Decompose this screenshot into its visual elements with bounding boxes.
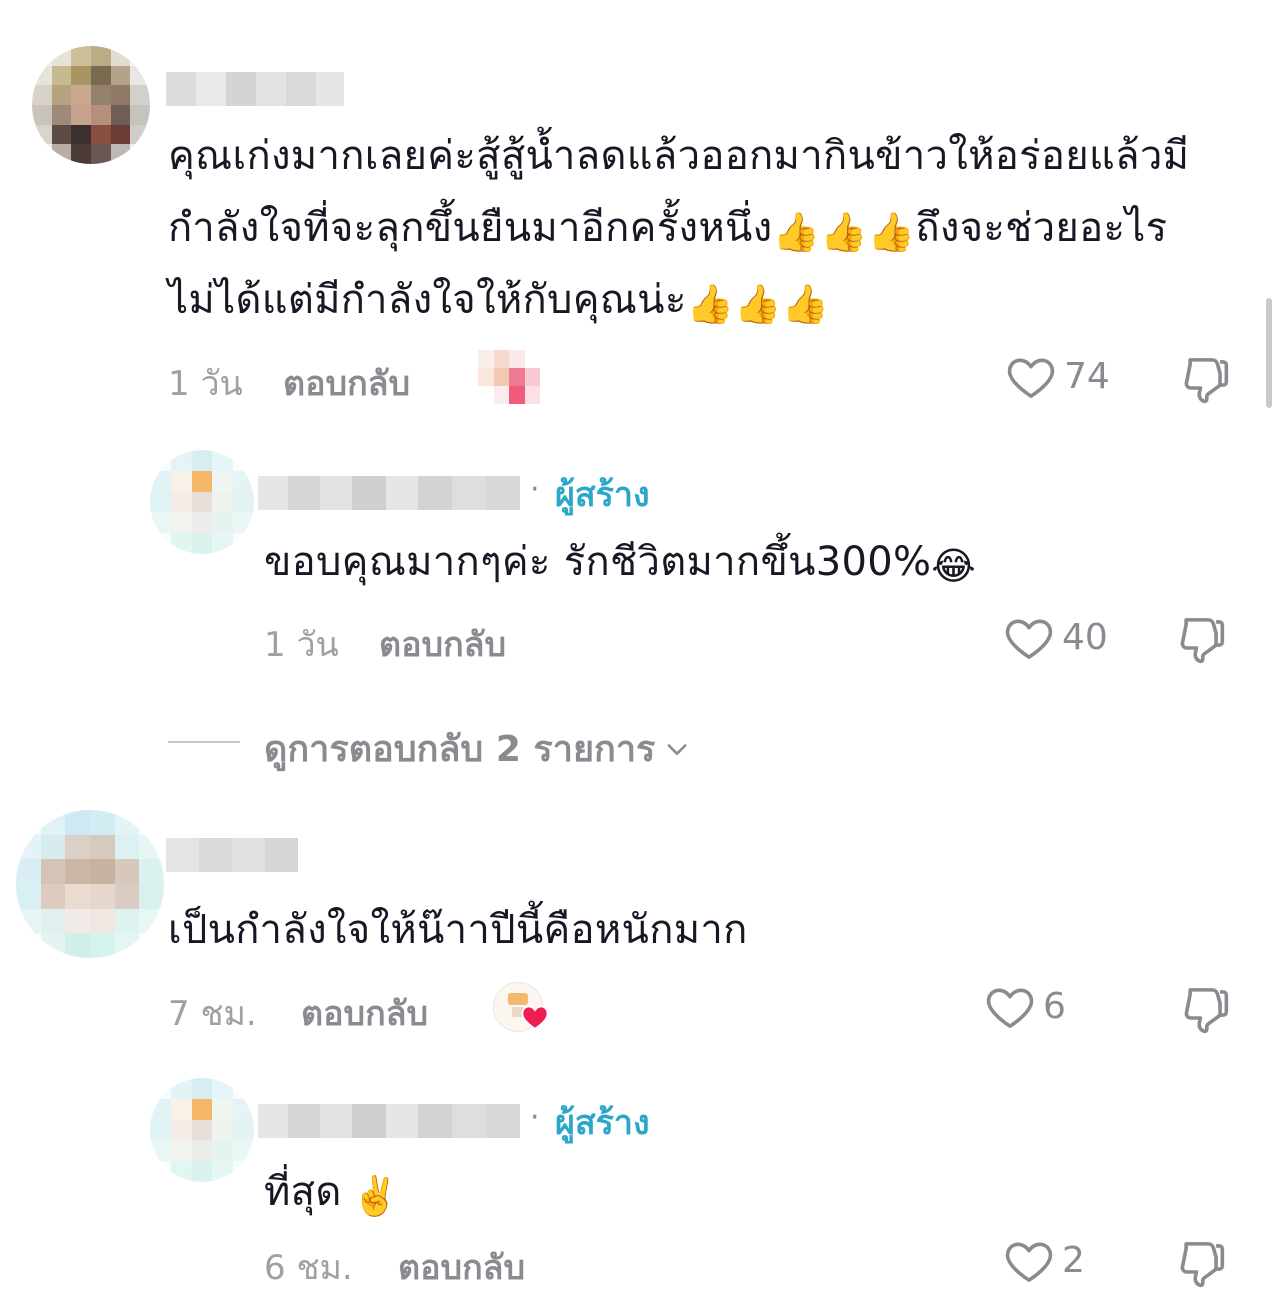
reply-button[interactable]: ตอบกลับ — [283, 356, 410, 410]
comment-timestamp: 7 ชม. — [168, 994, 257, 1034]
scrollbar[interactable] — [1266, 298, 1272, 408]
avatar[interactable] — [32, 46, 150, 164]
comment-timestamp: 1 วัน — [168, 364, 243, 404]
heart-outline-icon[interactable] — [1004, 350, 1058, 404]
victory-hand-emoji: ✌️ — [351, 1174, 400, 1218]
view-replies-divider — [168, 741, 240, 743]
heart-outline-icon[interactable] — [1002, 1234, 1056, 1288]
thumbs-down-outline-icon[interactable] — [1176, 1236, 1230, 1290]
reply-text: ขอบคุณมากๆค่ะ รักชีวิตมากขึ้น300%😂 — [264, 526, 976, 598]
reply-timestamp: 6 ชม. — [264, 1248, 353, 1288]
reply-timestamp: 1 วัน — [264, 625, 339, 665]
reply-button[interactable]: ตอบกลับ — [398, 1240, 525, 1294]
separator-dot: · — [530, 472, 540, 507]
like-count: 6 — [1043, 986, 1066, 1027]
comment-line: คุณเก่งมากเลยค่ะสู้สู้น้ำลดแล้วออกมากินข… — [168, 133, 1190, 179]
creator-liked-avatar — [493, 982, 551, 1034]
comment-line-text: กำลังใจที่จะลุกขึ้นยืนมาอีกครั้งหนึ่ง — [168, 205, 773, 251]
like-count: 74 — [1064, 356, 1110, 397]
creator-avatar[interactable] — [150, 450, 254, 554]
reply-text-body: ที่สุด — [264, 1169, 342, 1215]
thumbs-down-outline-icon[interactable] — [1176, 612, 1230, 666]
creator-username-blurred[interactable] — [258, 476, 520, 510]
comment-line-text: ถึงจะช่วยอะไร — [915, 205, 1168, 251]
chevron-down-icon — [663, 735, 691, 763]
view-replies-label: ดูการตอบกลับ 2 รายการ — [264, 729, 656, 770]
thumbs-down-outline-icon[interactable] — [1180, 352, 1234, 406]
like-count: 40 — [1062, 617, 1108, 658]
reply-button[interactable]: ตอบกลับ — [301, 986, 428, 1040]
red-heart-icon — [521, 1004, 549, 1030]
creator-username-blurred[interactable] — [258, 1104, 520, 1138]
comment-line-text: ไม่ได้แต่มีกำลังใจให้กับคุณน่ะ — [168, 277, 687, 323]
username-blurred[interactable] — [166, 72, 344, 106]
reply-text: ที่สุด ✌️ — [264, 1156, 399, 1228]
creator-badge: ผู้สร้าง — [555, 1103, 650, 1143]
separator-dot: · — [530, 1100, 540, 1135]
reply-text-body: ขอบคุณมากๆค่ะ รักชีวิตมากขึ้น300% — [264, 539, 932, 585]
heart-outline-icon[interactable] — [983, 980, 1037, 1034]
laughing-crying-emoji: 😂 — [931, 544, 976, 588]
comment-text: เป็นกำลังใจให้น๊าาปีนี้คือหนักมาก — [168, 907, 748, 953]
creator-badge: ผู้สร้าง — [555, 475, 650, 515]
thumbs-up-emoji: 👍👍👍 — [772, 210, 916, 254]
like-count: 2 — [1062, 1240, 1085, 1281]
comment-line: ไม่ได้แต่มีกำลังใจให้กับคุณน่ะ👍👍👍 — [168, 264, 1258, 336]
comment-text: คุณเก่งมากเลยค่ะสู้สู้น้ำลดแล้วออกมากินข… — [168, 120, 1258, 336]
creator-liked-avatar — [478, 350, 540, 404]
username-blurred[interactable] — [166, 838, 298, 872]
view-replies-button[interactable]: ดูการตอบกลับ 2 รายการ — [264, 720, 691, 777]
heart-outline-icon[interactable] — [1002, 611, 1056, 665]
reply-button[interactable]: ตอบกลับ — [379, 617, 506, 671]
thumbs-up-emoji: 👍👍👍 — [686, 282, 830, 326]
avatar[interactable] — [16, 810, 164, 958]
creator-avatar[interactable] — [150, 1078, 254, 1182]
thumbs-down-outline-icon[interactable] — [1180, 982, 1234, 1036]
comment-line: กำลังใจที่จะลุกขึ้นยืนมาอีกครั้งหนึ่ง👍👍👍… — [168, 192, 1258, 264]
